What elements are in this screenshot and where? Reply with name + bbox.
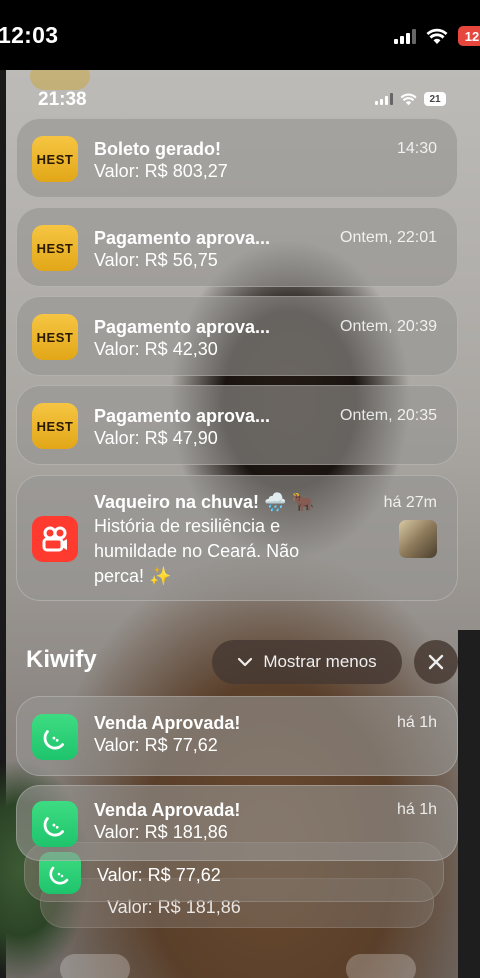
notification-time: 14:30: [396, 140, 437, 157]
frame-edge-right: [458, 630, 480, 978]
inner-battery-icon: 21: [424, 92, 446, 106]
hest-app-icon: HEST: [32, 225, 78, 271]
notification-thumbnail: [399, 520, 437, 558]
kiwify-app-icon: [32, 801, 78, 847]
camera-button[interactable]: [346, 954, 416, 978]
notification-title: Venda Aprovada!: [94, 713, 241, 733]
show-less-label: Mostrar menos: [263, 652, 377, 671]
kiwi-logo-icon: [43, 817, 64, 837]
flashlight-button[interactable]: [60, 954, 130, 978]
kiwi-logo-icon: [49, 866, 69, 885]
recorded-lock-screen: 21:38 21 HEST Boleto gerado! Valor: R$ 8…: [0, 70, 480, 978]
notification-time: há 27m: [383, 494, 437, 511]
kiwify-app-icon: [32, 714, 78, 760]
notification-body: Valor: R$ 56,75: [94, 250, 218, 270]
notification-kiwify-1[interactable]: Venda Aprovada! Valor: R$ 77,62 há 1h: [16, 696, 458, 776]
notification-time: há 1h: [396, 801, 437, 818]
notification-hest-pagamento-2[interactable]: HEST Pagamento aprova... Valor: R$ 42,30…: [16, 296, 458, 376]
clear-group-button[interactable]: [414, 640, 458, 684]
kiwi-logo-icon: [43, 730, 64, 750]
notification-title: Pagamento aprova...: [94, 317, 271, 337]
inner-clock: 21:38: [38, 89, 87, 110]
cellular-signal-icon: [394, 28, 416, 44]
notification-time: Ontem, 20:35: [340, 407, 437, 424]
close-icon: [428, 654, 444, 670]
notification-title: Pagamento aprova...: [94, 228, 271, 248]
notification-time: há 1h: [396, 714, 437, 731]
inner-status-icons: 21: [375, 92, 446, 106]
notification-body: Valor: R$ 42,30: [94, 339, 218, 359]
notification-body-line-3: perca! ✨: [94, 566, 172, 586]
notification-body-line-1: História de resiliência e: [94, 516, 281, 536]
kwai-app-icon: [32, 516, 78, 562]
device-clock: 12:03: [0, 22, 59, 48]
notification-body: Valor: R$ 181,86: [94, 822, 228, 842]
device-status-icons: 12: [394, 26, 480, 46]
notification-title: Venda Aprovada!: [94, 800, 241, 820]
notification-body-line-2: humildade no Ceará. Não: [94, 541, 300, 561]
notification-body: Valor: R$ 803,27: [94, 161, 228, 181]
notification-time: Ontem, 20:39: [340, 318, 437, 335]
notification-title: Vaqueiro na chuva! 🌧️ 🐂: [94, 492, 314, 512]
wifi-icon: [426, 28, 448, 44]
show-less-button[interactable]: Mostrar menos: [212, 640, 402, 684]
notification-body: Valor: R$ 77,62: [94, 735, 218, 755]
notification-body: Valor: R$ 47,90: [94, 428, 218, 448]
inner-wifi-icon: [400, 93, 417, 105]
notification-time: Ontem, 22:01: [340, 229, 437, 246]
ghost-body: Valor: R$ 77,62: [97, 865, 221, 885]
hest-app-icon: HEST: [32, 403, 78, 449]
notification-title: Pagamento aprova...: [94, 406, 271, 426]
inner-signal-icon: [375, 93, 393, 105]
notification-hest-boleto[interactable]: HEST Boleto gerado! Valor: R$ 803,27 14:…: [16, 118, 458, 198]
device-status-bar: 12:03 12: [0, 0, 480, 70]
chevron-down-icon: [238, 657, 253, 667]
notification-title: Boleto gerado!: [94, 139, 222, 159]
battery-icon: 12: [458, 26, 480, 46]
hest-app-icon: HEST: [32, 136, 78, 182]
kwai-logo-icon: [42, 526, 67, 552]
hest-app-icon: HEST: [32, 314, 78, 360]
notification-hest-pagamento-3[interactable]: HEST Pagamento aprova... Valor: R$ 47,90…: [16, 385, 458, 465]
notification-hest-pagamento-1[interactable]: HEST Pagamento aprova... Valor: R$ 56,75…: [16, 207, 458, 287]
notification-kiwify-2[interactable]: Venda Aprovada! Valor: R$ 181,86 há 1h: [16, 785, 458, 861]
notification-kwai[interactable]: Vaqueiro na chuva! 🌧️ 🐂 História de resi…: [16, 475, 458, 601]
group-title-kiwify: Kiwify: [26, 646, 97, 673]
